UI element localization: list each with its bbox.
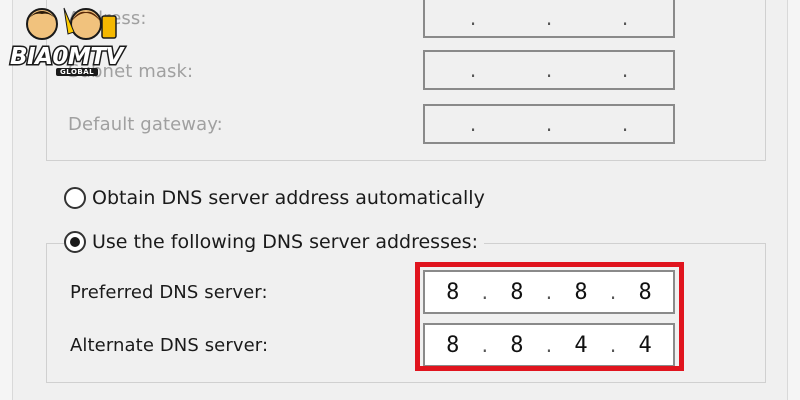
biaom-tv-logo-icon: BIA0MTV GLOBAL: [4, 2, 132, 82]
ip-dot: .: [621, 58, 629, 82]
ip-dot: .: [545, 333, 553, 357]
ip-dot: .: [545, 280, 553, 304]
ip-octet-4[interactable]: 4: [639, 333, 652, 358]
ip-octet-1[interactable]: 8: [446, 333, 459, 358]
ip-dot: .: [481, 333, 488, 357]
logo-subtext: GLOBAL: [56, 68, 99, 76]
ip-dot: .: [609, 333, 617, 357]
radio-checked-icon[interactable]: [64, 231, 86, 253]
ip-octet-1[interactable]: 8: [446, 280, 459, 305]
ip-octet-3[interactable]: 4: [574, 333, 587, 358]
ip-octet-2[interactable]: 8: [510, 333, 523, 358]
alternate-dns-field[interactable]: 8 . 8 . 4 . 4: [423, 323, 675, 367]
default-gateway-field: . . .: [423, 104, 675, 144]
dns-auto-label: Obtain DNS server address automatically: [92, 187, 485, 209]
ip-octet-4[interactable]: 8: [639, 280, 652, 305]
radio-unchecked-icon[interactable]: [64, 187, 86, 209]
ip-octet-2[interactable]: 8: [510, 280, 523, 305]
ip-octet-3[interactable]: 8: [574, 280, 587, 305]
dns-auto-option[interactable]: Obtain DNS server address automatically: [64, 187, 491, 209]
preferred-dns-field[interactable]: 8 . 8 . 8 . 8: [423, 270, 675, 314]
ip-dot: .: [545, 58, 553, 82]
ip-dot: .: [469, 58, 477, 82]
default-gateway-label: Default gateway:: [68, 114, 223, 135]
preferred-dns-label: Preferred DNS server:: [70, 282, 268, 303]
ip-dot: .: [545, 112, 553, 136]
dialog-right-edge: [787, 0, 800, 400]
ip-dot: .: [621, 112, 629, 136]
alternate-dns-label: Alternate DNS server:: [70, 335, 269, 356]
ip-dot: .: [481, 280, 488, 304]
logo-text: BIA0MTV: [9, 43, 125, 72]
dns-manual-label: Use the following DNS server addresses:: [92, 231, 478, 253]
ip-dot: .: [469, 6, 477, 30]
ip-dot: .: [609, 280, 617, 304]
ip-dot: .: [469, 112, 477, 136]
subnet-mask-field: . . .: [423, 50, 675, 90]
dns-manual-option[interactable]: Use the following DNS server addresses:: [64, 231, 484, 253]
ip-dot: .: [621, 6, 629, 30]
ip-address-field: . . .: [423, 0, 675, 38]
ip-dot: .: [545, 6, 553, 30]
